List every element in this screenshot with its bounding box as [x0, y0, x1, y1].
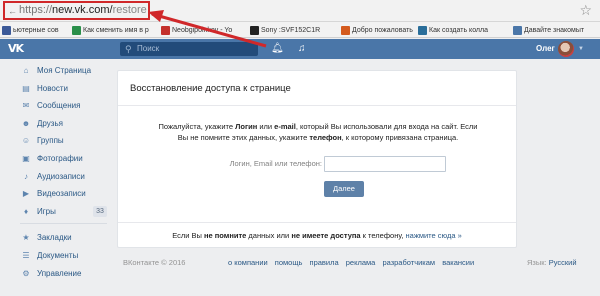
home-icon: ⌂ — [23, 66, 29, 75]
bookmark-item[interactable]: Добро пожаловать — [341, 24, 413, 36]
favicon-icon — [513, 25, 522, 35]
footer-link-rules[interactable]: правила — [310, 258, 339, 267]
sidebar-item-games[interactable]: ♦ Игры 33 — [0, 203, 112, 221]
bookmark-item[interactable]: Как сменить имя в р — [72, 24, 149, 36]
chevron-down-icon[interactable]: ▼ — [578, 45, 584, 53]
sidebar-item-video[interactable]: ▶ Видеозаписи — [0, 185, 112, 203]
language-selector[interactable]: Язык: Русский — [527, 257, 577, 269]
url-highlight-box — [3, 1, 150, 20]
footer-links: о компании помощь правила реклама разраб… — [228, 257, 479, 269]
footer-link-about[interactable]: о компании — [228, 258, 268, 267]
sidebar-item-messages[interactable]: ✉ Сообщения — [0, 97, 112, 115]
bookmark-star-icon[interactable]: ☆ — [579, 2, 592, 18]
login-field-label: Логин, Email или телефон: — [229, 159, 322, 168]
bookmarks-bar: ьютерные сов Как сменить имя в р Neоbgip… — [0, 22, 600, 38]
video-icon: ▶ — [22, 189, 30, 199]
footer-link-ads[interactable]: реклама — [346, 258, 376, 267]
address-bar[interactable]: ← https://new.vk.com/restore ☆ — [0, 0, 600, 22]
favicon-icon — [72, 25, 81, 35]
copyright: ВКонтакте © 2016 — [123, 258, 186, 267]
bell-icon[interactable]: 🔔︎ — [271, 42, 284, 56]
favicon-icon — [341, 25, 350, 35]
audio-icon: ♪ — [24, 171, 28, 181]
groups-icon: ☺ — [21, 136, 31, 146]
favicon-icon — [2, 25, 11, 35]
next-button[interactable]: Далее — [324, 181, 364, 197]
sidebar-item-friends[interactable]: ☻ Друзья — [0, 115, 112, 133]
sidebar-item-audio[interactable]: ♪ Аудиозаписи — [0, 168, 112, 186]
click-here-link[interactable]: нажмите сюда » — [406, 231, 462, 240]
bookmark-item[interactable]: Neоbgipolnkov - Yo — [161, 24, 232, 36]
friends-icon: ☻ — [21, 118, 31, 128]
bookmark-item[interactable]: Как создать колла — [418, 24, 488, 36]
panel-divider — [118, 105, 516, 106]
sidebar-item-groups[interactable]: ☺ Группы — [0, 132, 112, 150]
footer-link-developers[interactable]: разработчикам — [382, 258, 435, 267]
search-placeholder: Поиск — [137, 44, 160, 53]
search-input[interactable]: ⚲ Поиск — [120, 42, 258, 56]
favicon-icon — [250, 25, 259, 35]
favicon-icon — [161, 25, 170, 35]
manage-icon: ⚙ — [22, 268, 30, 278]
avatar[interactable] — [558, 41, 574, 57]
favicon-icon — [418, 25, 427, 35]
sidebar-item-news[interactable]: ▤ Новости — [0, 80, 112, 98]
bookmark-item[interactable]: Давайте знакомыт — [513, 24, 584, 36]
restore-instructions: Пожалуйста, укажите Логин или e-mail, ко… — [158, 122, 478, 142]
login-email-phone-input[interactable] — [324, 156, 446, 172]
photo-icon: ▣ — [22, 153, 30, 163]
sidebar-item-my-page[interactable]: ⌂ Моя Страница — [0, 62, 112, 80]
footer-link-help[interactable]: помощь — [275, 258, 303, 267]
games-count-badge: 33 — [93, 205, 107, 217]
restore-panel: Восстановление доступа к странице Пожалу… — [117, 70, 517, 248]
sidebar-item-photos[interactable]: ▣ Фотографии — [0, 150, 112, 168]
news-icon: ▤ — [22, 83, 30, 93]
vk-header: VK ⚲ Поиск 🔔︎ ♫ Олег ▼ — [0, 39, 600, 59]
footer-link-jobs[interactable]: вакансии — [442, 258, 474, 267]
bookmarks-icon: ★ — [22, 233, 30, 243]
search-icon: ⚲ — [125, 44, 132, 54]
panel-divider — [118, 222, 516, 223]
message-icon: ✉ — [22, 101, 30, 111]
bookmark-item[interactable]: ьютерные сов — [2, 24, 59, 36]
bookmark-item[interactable]: Sony :SVF152C1R — [250, 24, 320, 36]
sidebar-item-bookmarks[interactable]: ★ Закладки — [0, 229, 112, 247]
sidebar: ⌂ Моя Страница ▤ Новости ✉ Сообщения ☻ Друзь… — [0, 62, 112, 282]
restore-help-text: Если Вы не помните данных или не имеете … — [172, 231, 462, 240]
page-footer: ВКонтакте © 2016 о компании помощь прави… — [0, 257, 600, 269]
page-title: Восстановление доступа к странице — [130, 83, 291, 94]
vk-logo[interactable]: VK — [8, 42, 30, 56]
user-name[interactable]: Олег — [536, 43, 555, 55]
music-icon[interactable]: ♫ — [298, 42, 306, 56]
games-icon: ♦ — [23, 206, 29, 216]
